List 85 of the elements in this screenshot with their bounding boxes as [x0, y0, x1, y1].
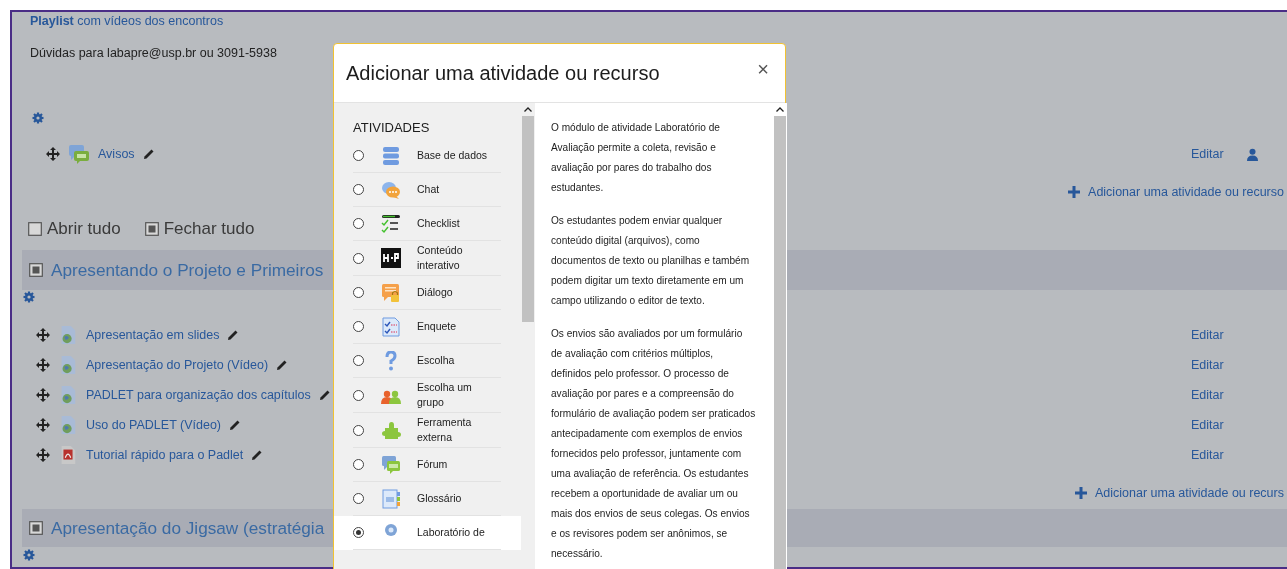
checkbox-icon[interactable] [28, 222, 42, 236]
description-paragraph: Os envios são avaliados por um formulário de avaliação com critérios múltiplos, definidos pelo professor. O processo de avaliação por pares e a compreensão do formulário de avaliação podem ser praticados antecipadamente com exemplos de envios fornecidos pelo professor, juntamente com uma avaliação de referência. Os estudantes recebem a oportunidade de avaliar um ou mais dos envios de seus colegas. Os envios e os revisores podem ser anônimos, se necessário. [551, 327, 756, 561]
pencil-icon[interactable] [142, 148, 155, 160]
activity-link[interactable]: Apresentação em slides [86, 328, 220, 342]
settings-icon[interactable] [32, 112, 44, 124]
plus-icon [1075, 487, 1087, 499]
contact-text: Dúvidas para labapre@usp.br ou 3091-5938 [30, 45, 277, 62]
checkbox-icon[interactable] [144, 222, 159, 236]
settings-icon[interactable] [23, 549, 35, 561]
scrollbar[interactable] [773, 103, 787, 569]
radio-button[interactable] [353, 184, 364, 195]
edit-link[interactable]: Editar [1191, 147, 1241, 161]
edit-link[interactable]: Editar [1191, 388, 1241, 402]
category-heading: ATIVIDADES [352, 119, 430, 135]
chat-bubbles-icon [381, 179, 401, 200]
settings-icon[interactable] [23, 291, 35, 303]
pencil-icon[interactable] [276, 359, 289, 371]
tile-icon [381, 248, 401, 268]
edit-link[interactable]: Editar [1191, 328, 1241, 342]
activity-link[interactable]: Tutorial rápido para o Padlet [86, 448, 244, 462]
activity-option[interactable]: Base de dados [334, 139, 521, 173]
radio-button[interactable] [353, 218, 364, 229]
edit-link[interactable]: Editar [1191, 418, 1241, 432]
move-icon[interactable] [36, 328, 50, 342]
playlist-link[interactable]: Playlist com vídeos dos encontros [30, 12, 224, 30]
radio-button[interactable] [353, 527, 364, 538]
collapse-icon[interactable] [29, 521, 43, 535]
pencil-icon[interactable] [229, 419, 242, 431]
puzzle-icon [381, 420, 401, 440]
activity-option[interactable]: Laboratório de [334, 516, 521, 550]
close-button[interactable]: × [753, 57, 773, 81]
chat-bubbles-icon [381, 454, 401, 475]
chat-lock-icon [381, 282, 401, 303]
dialog-title: Adicionar uma atividade ou recurso [346, 61, 660, 85]
radio-button[interactable] [353, 150, 364, 161]
activity-option[interactable]: Conteúdo interativo [334, 241, 521, 276]
add-activity-link[interactable]: Adicionar uma atividade ou recurso [1088, 185, 1284, 199]
activity-option[interactable]: Diálogo [334, 276, 521, 310]
activity-option[interactable]: Escolha [334, 344, 521, 378]
edit-link[interactable]: Editar [1191, 448, 1241, 462]
scrollbar[interactable] [521, 103, 535, 569]
move-icon[interactable] [36, 358, 50, 372]
pencil-icon[interactable] [227, 329, 240, 341]
book-icon [381, 488, 401, 509]
forum-link[interactable]: Avisos [98, 147, 135, 161]
move-icon[interactable] [36, 388, 50, 402]
activity-link[interactable]: Apresentação do Projeto (Vídeo) [86, 358, 269, 372]
person-icon[interactable] [1247, 147, 1258, 161]
pencil-icon[interactable] [251, 449, 264, 461]
radio-button[interactable] [353, 287, 364, 298]
move-icon[interactable] [46, 147, 60, 161]
description-paragraph: O módulo de atividade Laboratório de Avaliação permite a coleta, revisão e avaliação por pares do trabalho dos estudantes. [551, 121, 721, 195]
radio-button[interactable] [353, 389, 364, 401]
radio-button[interactable] [353, 424, 364, 436]
activity-link[interactable]: PADLET para organização dos capítulos [86, 388, 311, 402]
activity-option[interactable]: Escolha um grupo [334, 378, 521, 413]
section-title[interactable]: Apresentando o Projeto e Primeiros [51, 259, 324, 281]
activity-option[interactable]: Ferramenta externa [334, 413, 521, 448]
radio-button[interactable] [353, 493, 364, 504]
pencil-icon[interactable] [318, 389, 331, 401]
radio-button[interactable] [353, 321, 364, 332]
activity-option[interactable]: Chat [334, 173, 521, 207]
scroll-up-icon[interactable] [524, 107, 532, 112]
activity-option[interactable]: Enquete [334, 310, 521, 344]
survey-form-icon [381, 316, 401, 337]
move-icon[interactable] [36, 448, 50, 462]
radio-button[interactable] [353, 252, 364, 264]
add-activity-link[interactable]: Adicionar uma atividade ou recurs [1095, 486, 1284, 500]
toggle-control[interactable]: Abrir tudo [28, 219, 121, 239]
chat-bubbles-icon [68, 143, 90, 165]
radio-button[interactable] [353, 459, 364, 470]
checklist-icon [381, 213, 401, 234]
activity-option[interactable]: Checklist [334, 207, 521, 241]
description-paragraph: Os estudantes podem enviar qualquer conteúdo digital (arquivos), como documentos de texto ou planilhas e também podem digitar um texto diretamente em um campo utilizando o editor de texto. [551, 214, 751, 308]
toggle-control[interactable]: Fechar tudo [144, 219, 255, 239]
plus-icon [1068, 186, 1081, 198]
activity-link[interactable]: Uso do PADLET (Vídeo) [86, 418, 222, 432]
collapse-icon[interactable] [29, 263, 43, 277]
radio-button[interactable] [353, 355, 364, 366]
section-title[interactable]: Apresentação do Jigsaw (estratégia [51, 517, 325, 539]
move-icon[interactable] [36, 418, 50, 432]
database-icon [381, 145, 401, 166]
activity-option[interactable]: Fórum [334, 448, 521, 482]
scroll-up-icon[interactable] [776, 107, 784, 112]
edit-link[interactable]: Editar [1191, 358, 1241, 372]
